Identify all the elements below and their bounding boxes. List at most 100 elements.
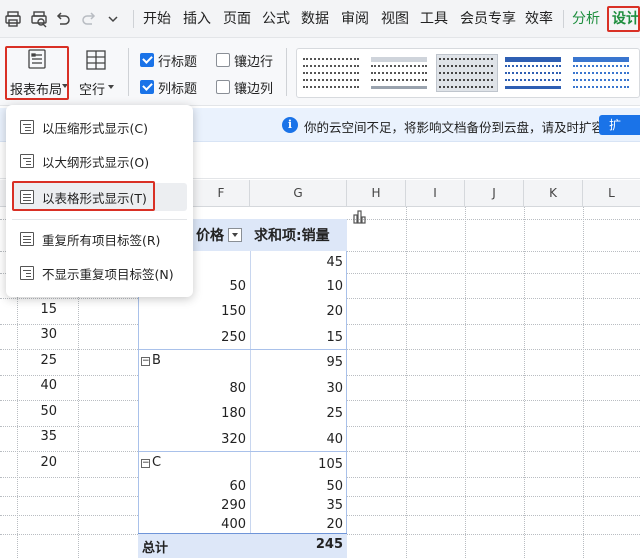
- compact-layout-icon: [20, 120, 34, 134]
- chevron-down-icon[interactable]: [102, 8, 124, 30]
- collapse-icon[interactable]: −: [141, 459, 150, 468]
- quick-analysis-icon[interactable]: [351, 209, 367, 225]
- pivot-price-cell[interactable]: 50: [196, 279, 250, 297]
- grid-line: [406, 207, 407, 558]
- cell-left[interactable]: 40: [17, 378, 61, 398]
- pivot-price-cell[interactable]: 290: [196, 498, 250, 515]
- tab-formula[interactable]: 公式: [262, 9, 290, 29]
- cell-left[interactable]: 35: [17, 429, 61, 449]
- expand-storage-button[interactable]: 扩: [599, 115, 640, 135]
- checkbox-unchecked-icon: [216, 80, 230, 94]
- banded-rows-checkbox[interactable]: 镶边行: [216, 51, 273, 70]
- undo-icon[interactable]: [52, 8, 74, 30]
- pivot-price-cell[interactable]: 320: [196, 432, 250, 450]
- pivot-price-cell[interactable]: 80: [196, 381, 250, 399]
- checkbox-label: 列标题: [158, 81, 198, 97]
- menu-divider: [12, 219, 187, 220]
- tab-page[interactable]: 页面: [223, 9, 251, 29]
- cell-left[interactable]: 15: [17, 302, 61, 322]
- no-repeat-labels-icon: [20, 266, 34, 280]
- cell-left[interactable]: 30: [17, 327, 61, 347]
- column-header-i[interactable]: I: [406, 180, 465, 207]
- cell-left[interactable]: 50: [17, 404, 61, 424]
- pivot-header-sum[interactable]: 求和项:销量: [254, 225, 330, 245]
- pivot-price-cell[interactable]: 180: [196, 406, 250, 424]
- divider: [128, 48, 129, 96]
- no-repeat-labels-option[interactable]: 不显示重复项目标签(N): [12, 259, 187, 287]
- tab-member[interactable]: 会员专享: [460, 9, 516, 29]
- pivot-price-cell[interactable]: 400: [196, 517, 250, 534]
- pivot-group-b[interactable]: − B: [141, 353, 161, 373]
- pivot-header-price[interactable]: 价格: [196, 225, 242, 245]
- compact-form-option[interactable]: 以压缩形式显示(C): [12, 113, 187, 141]
- column-header-checkbox[interactable]: 列标题: [140, 78, 198, 97]
- blank-rows-button[interactable]: 空行: [76, 46, 118, 100]
- pivot-style-3[interactable]: [436, 54, 498, 92]
- column-header-h[interactable]: H: [347, 180, 406, 207]
- pivot-total-value[interactable]: 245: [250, 537, 347, 557]
- print-icon[interactable]: [2, 8, 24, 30]
- pivot-total-label[interactable]: 总计: [142, 537, 168, 557]
- grid-line: [465, 207, 466, 558]
- outline-form-option[interactable]: 以大纲形式显示(O): [12, 147, 187, 175]
- pivot-price-cell[interactable]: 250: [196, 330, 250, 348]
- print-preview-icon[interactable]: [28, 8, 50, 30]
- divider: [286, 48, 287, 96]
- collapse-icon[interactable]: −: [141, 357, 150, 366]
- outline-layout-icon: [20, 154, 34, 168]
- pivot-style-1[interactable]: [303, 55, 363, 91]
- report-layout-menu: 以压缩形式显示(C) 以大纲形式显示(O) 以表格形式显示(T) 重复所有项目标…: [6, 105, 193, 297]
- tab-insert[interactable]: 插入: [183, 9, 211, 29]
- pivot-sum-cell[interactable]: 40: [250, 432, 347, 450]
- design-tab-highlight: [607, 6, 640, 32]
- divider: [133, 10, 134, 28]
- pivot-sum-cell[interactable]: 10: [250, 279, 347, 297]
- pivot-sum-cell[interactable]: 15: [250, 330, 347, 348]
- column-header-f[interactable]: F: [193, 180, 250, 207]
- notice-message: 你的云空间不足，将影响文档备份到云盘，请及时扩容: [304, 120, 605, 135]
- cell-left[interactable]: 20: [17, 455, 61, 475]
- pivot-sum-cell[interactable]: 20: [250, 304, 347, 322]
- checkbox-checked-icon: [140, 80, 154, 94]
- pivot-style-4[interactable]: [505, 55, 565, 91]
- pivot-sum-cell[interactable]: 105: [250, 457, 347, 475]
- pivot-style-5[interactable]: [573, 55, 633, 91]
- column-header-j[interactable]: J: [465, 180, 524, 207]
- banded-columns-checkbox[interactable]: 镶边列: [216, 78, 273, 97]
- tab-review[interactable]: 审阅: [341, 9, 369, 29]
- tab-view[interactable]: 视图: [381, 9, 409, 29]
- tab-home[interactable]: 开始: [143, 9, 171, 29]
- pivot-style-2[interactable]: [371, 55, 431, 91]
- cell-left[interactable]: 25: [17, 353, 61, 373]
- menu-item-label: 重复所有项目标签(R): [42, 232, 161, 248]
- checkbox-label: 行标题: [158, 54, 198, 70]
- column-header-l[interactable]: L: [583, 180, 640, 207]
- pivot-price-cell[interactable]: 60: [196, 479, 250, 496]
- pivot-sum-cell[interactable]: 50: [250, 479, 347, 496]
- grid-line: [583, 207, 584, 558]
- report-layout-highlight: [5, 46, 69, 100]
- column-header-g[interactable]: G: [250, 180, 347, 207]
- tab-efficiency[interactable]: 效率: [525, 9, 553, 29]
- pivot-sum-cell[interactable]: 30: [250, 381, 347, 399]
- pivot-sum-cell[interactable]: 25: [250, 406, 347, 424]
- column-header-k[interactable]: K: [524, 180, 583, 207]
- tab-tools[interactable]: 工具: [420, 9, 448, 29]
- menu-bar: 开始 插入 页面 公式 数据 审阅 视图 工具 会员专享 效率 分析 设计: [0, 0, 640, 38]
- blank-rows-label: 空行: [79, 83, 106, 98]
- redo-icon[interactable]: [78, 8, 100, 30]
- menu-item-label: 以压缩形式显示(C): [42, 120, 148, 136]
- info-icon: i: [282, 117, 298, 133]
- checkbox-checked-icon: [140, 53, 154, 67]
- pivot-sum-cell[interactable]: 35: [250, 498, 347, 515]
- repeat-labels-option[interactable]: 重复所有项目标签(R): [12, 225, 187, 253]
- tab-data[interactable]: 数据: [301, 9, 329, 29]
- pivot-sum-cell[interactable]: 45: [250, 255, 347, 273]
- pivot-price-cell[interactable]: 150: [196, 304, 250, 322]
- filter-dropdown-icon[interactable]: [228, 228, 242, 242]
- pivot-sum-cell[interactable]: 20: [250, 517, 347, 534]
- row-header-checkbox[interactable]: 行标题: [140, 51, 198, 70]
- tab-analyze[interactable]: 分析: [572, 9, 600, 29]
- pivot-group-c[interactable]: − C: [141, 455, 161, 475]
- pivot-sum-cell[interactable]: 95: [250, 355, 347, 373]
